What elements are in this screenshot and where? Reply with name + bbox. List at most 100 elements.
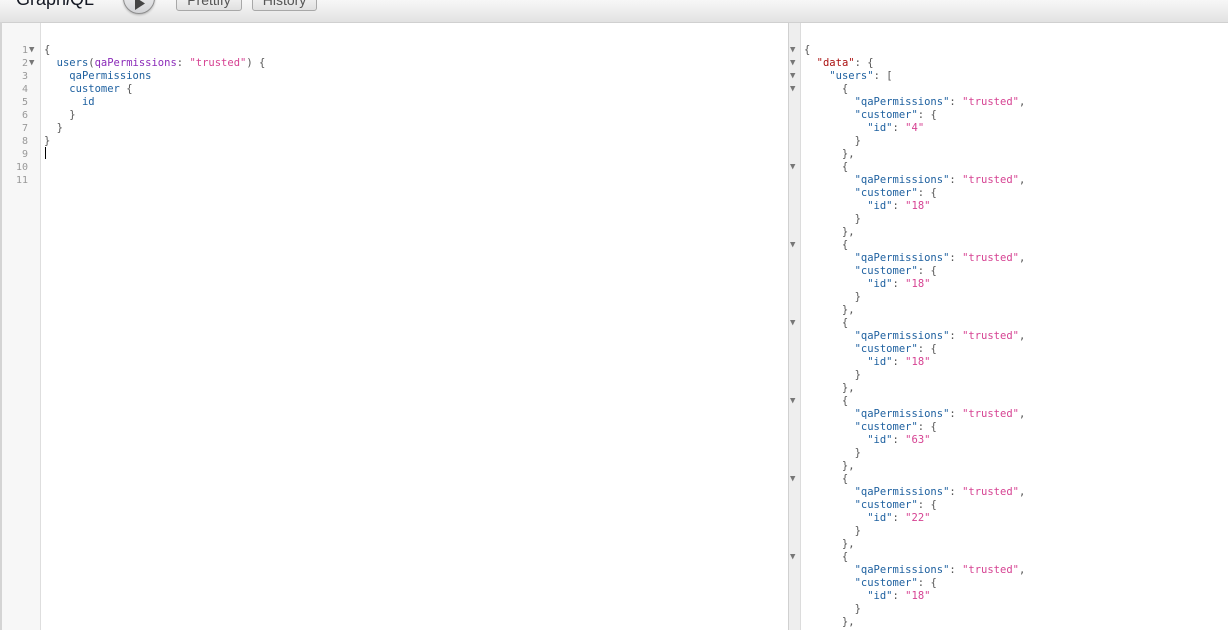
- code-token: "customer": [854, 265, 918, 277]
- code-token: {: [804, 551, 849, 563]
- line-number: 11: [15, 175, 28, 186]
- fold-arrow-icon[interactable]: ▼: [790, 317, 795, 330]
- fold-arrow-icon[interactable]: ▼: [790, 551, 795, 564]
- fold-arrow-icon[interactable]: ▼: [790, 161, 795, 174]
- app-title: GraphiQL: [16, 0, 94, 10]
- fold-arrow-icon[interactable]: ▼: [790, 57, 795, 70]
- code-line: }: [804, 291, 861, 304]
- app-title-prefix: Graph: [16, 0, 66, 9]
- code-line: "qaPermissions": "trusted",: [804, 252, 1026, 265]
- code-token: : {: [917, 421, 937, 433]
- code-token: :: [892, 434, 906, 446]
- code-token: }: [44, 135, 51, 147]
- code-token: },: [804, 226, 855, 238]
- fold-arrow-icon[interactable]: ▼: [29, 57, 34, 70]
- line-number: 10: [15, 162, 28, 173]
- code-token: customer: [69, 83, 120, 95]
- code-token: }: [804, 603, 861, 615]
- app-title-suffix: QL: [70, 0, 94, 9]
- code-token: "customer": [854, 343, 918, 355]
- code-token: ,: [1018, 486, 1026, 498]
- code-token: "18": [905, 356, 931, 368]
- code-token: : {: [917, 343, 937, 355]
- code-token: : {: [917, 265, 937, 277]
- code-token: "qaPermissions": [854, 174, 950, 186]
- query-editor[interactable]: 1 ▼ {2 ▼ users(qaPermissions: "trusted") {3…: [2, 23, 789, 630]
- code-line: }: [804, 447, 861, 460]
- code-token: "id": [867, 356, 893, 368]
- code-token: ,: [1018, 174, 1026, 186]
- code-token: "customer": [854, 109, 918, 121]
- fold-arrow-icon[interactable]: ▼: [790, 70, 795, 83]
- fold-arrow-icon[interactable]: ▼: [29, 44, 34, 57]
- code-line: }: [804, 525, 861, 538]
- code-line: {: [44, 44, 50, 57]
- code-line: {: [804, 317, 848, 330]
- code-token: {: [804, 83, 849, 95]
- code-token: },: [804, 382, 855, 394]
- code-token: : {: [917, 499, 937, 511]
- code-token: ,: [1018, 564, 1026, 576]
- code-line: "users": [: [804, 70, 893, 83]
- code-token: :: [892, 590, 906, 602]
- code-token: "users": [829, 70, 874, 82]
- code-token: :: [949, 96, 963, 108]
- code-line: },: [804, 304, 855, 317]
- fold-arrow-icon[interactable]: ▼: [790, 44, 795, 57]
- code-token: },: [804, 460, 855, 472]
- code-line: }: [804, 369, 861, 382]
- code-token: },: [804, 304, 855, 316]
- code-token: "trusted": [962, 252, 1019, 264]
- code-token: "qaPermissions": [854, 564, 950, 576]
- code-line: "customer": {: [804, 343, 937, 356]
- code-token: : {: [917, 109, 937, 121]
- code-token: "id": [867, 512, 893, 524]
- code-line: {: [804, 395, 848, 408]
- code-token: ,: [1018, 96, 1026, 108]
- history-button-label: History: [262, 0, 307, 8]
- fold-arrow-icon[interactable]: ▼: [790, 83, 795, 96]
- code-token: :: [892, 200, 906, 212]
- code-token: }: [804, 291, 861, 303]
- code-token: }: [804, 525, 861, 537]
- code-token: : {: [917, 577, 937, 589]
- execute-button[interactable]: [123, 0, 155, 14]
- code-line: "id": "4": [804, 122, 924, 135]
- code-token: qaPermissions: [94, 57, 177, 69]
- code-line: {: [804, 161, 848, 174]
- code-line: users(qaPermissions: "trusted") {: [44, 57, 266, 70]
- code-token: "qaPermissions": [854, 408, 950, 420]
- code-token: :: [892, 512, 906, 524]
- code-token: "data": [816, 57, 855, 69]
- code-token: "customer": [854, 421, 918, 433]
- code-token: : {: [917, 187, 937, 199]
- line-number: 5: [21, 97, 28, 108]
- code-token: :: [892, 356, 906, 368]
- fold-arrow-icon[interactable]: ▼: [790, 239, 795, 252]
- fold-arrow-icon[interactable]: ▼: [790, 395, 795, 408]
- fold-arrow-icon[interactable]: ▼: [790, 473, 795, 486]
- result-viewer[interactable]: ▼{▼ "data": {▼ "users": [▼ { "qaPermissi…: [789, 23, 1228, 630]
- code-token: : [: [873, 70, 893, 82]
- code-token: "trusted": [962, 486, 1019, 498]
- code-line: "qaPermissions": "trusted",: [804, 174, 1026, 187]
- code-token: "id": [867, 122, 893, 134]
- code-line: "customer": {: [804, 187, 937, 200]
- code-token: {: [804, 473, 849, 485]
- code-token: },: [804, 616, 855, 628]
- code-token: qaPermissions: [69, 70, 152, 82]
- history-button[interactable]: History: [252, 0, 317, 11]
- prettify-button[interactable]: Prettify: [176, 0, 242, 11]
- code-line: customer {: [44, 83, 132, 96]
